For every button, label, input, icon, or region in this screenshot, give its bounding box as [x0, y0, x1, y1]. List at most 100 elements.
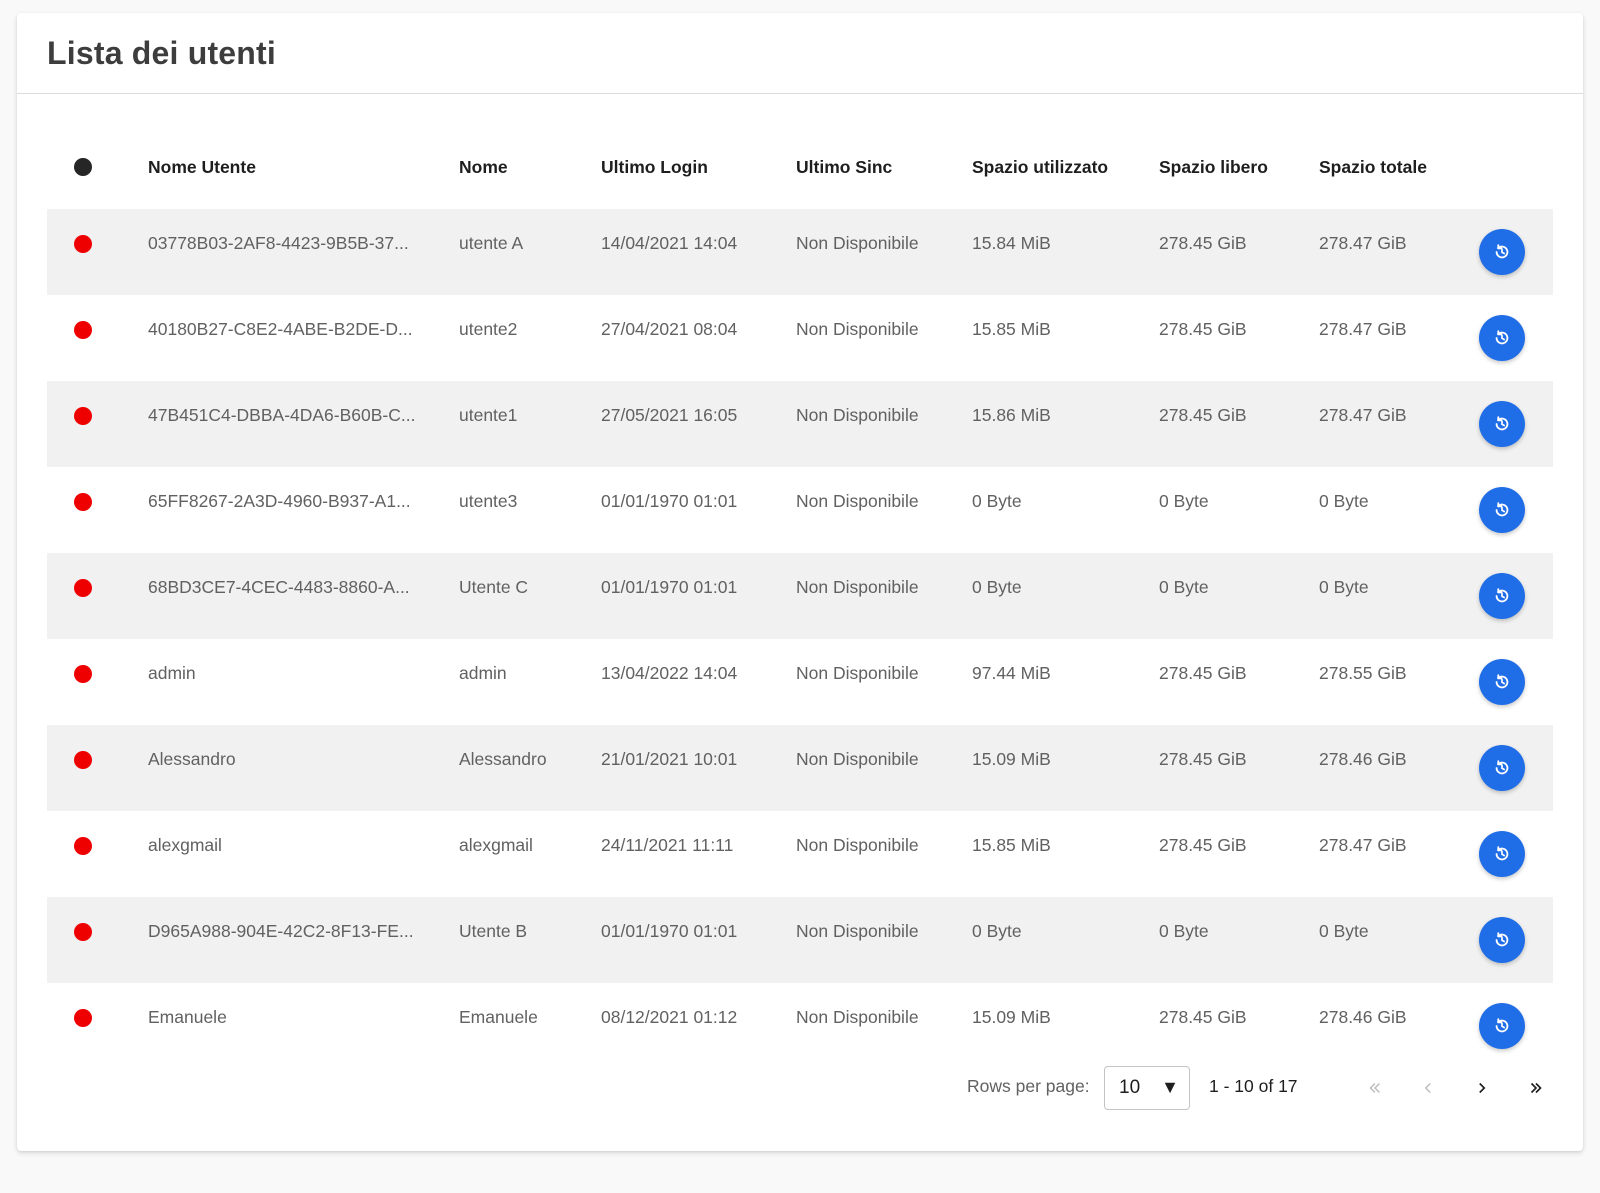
status-indicator: [74, 235, 92, 258]
column-header-spazio-totale[interactable]: Spazio totale: [1319, 157, 1427, 178]
restore-history-button[interactable]: [1479, 831, 1525, 877]
status-dot-offline: [74, 837, 92, 855]
column-header-spazio-utilizzato[interactable]: Spazio utilizzato: [972, 157, 1108, 178]
cell-nome-utente: 47B451C4-DBBA-4DA6-B60B-C...: [148, 405, 416, 425]
restore-history-button[interactable]: [1479, 917, 1525, 963]
cell-nome-utente: 65FF8267-2A3D-4960-B937-A1...: [148, 491, 411, 511]
cell-ultimo-login: 08/12/2021 01:12: [601, 1007, 738, 1027]
table-row: 68BD3CE7-4CEC-4483-8860-A... Utente C 01/0…: [47, 553, 1553, 639]
cell-nome: Alessandro: [459, 749, 547, 769]
table-header-row: Nome Utente Nome Ultimo Login Ultimo Sin…: [47, 127, 1553, 209]
restore-history-button[interactable]: [1479, 745, 1525, 791]
status-dot-offline: [74, 407, 92, 425]
table-body: 03778B03-2AF8-4423-9B5B-37... utente A 14/…: [47, 209, 1553, 1069]
rows-per-page-value: 10: [1119, 1077, 1141, 1098]
cell-spazio-totale: 278.47 GiB: [1319, 233, 1407, 253]
cell-spazio-totale: 278.47 GiB: [1319, 405, 1407, 425]
cell-spazio-libero: 278.45 GiB: [1159, 405, 1247, 425]
cell-spazio-libero: 0 Byte: [1159, 577, 1209, 597]
history-icon: [1495, 932, 1509, 947]
restore-history-button[interactable]: [1479, 401, 1525, 447]
status-indicator: [74, 321, 92, 344]
cell-spazio-libero: 0 Byte: [1159, 921, 1209, 941]
pagination-range: 1 - 10 of 17: [1209, 1076, 1298, 1096]
users-card: Lista dei utenti Nome Utente Nome Ultimo…: [17, 13, 1583, 1151]
cell-spazio-libero: 278.45 GiB: [1159, 749, 1247, 769]
cell-nome-utente: alexgmail: [148, 835, 222, 855]
next-page-icon: [1479, 1082, 1486, 1094]
cell-nome: admin: [459, 663, 507, 683]
cell-ultimo-sinc: Non Disponibile: [796, 835, 919, 855]
cell-ultimo-sinc: Non Disponibile: [796, 1007, 919, 1027]
restore-history-button[interactable]: [1479, 315, 1525, 361]
cell-ultimo-login: 27/04/2021 08:04: [601, 319, 738, 339]
cell-nome-utente: Emanuele: [148, 1007, 227, 1027]
cell-ultimo-login: 21/01/2021 10:01: [601, 749, 738, 769]
cell-spazio-totale: 278.46 GiB: [1319, 1007, 1407, 1027]
first-page-button[interactable]: [1357, 1070, 1393, 1106]
cell-spazio-utilizzato: 15.86 MiB: [972, 405, 1051, 425]
status-dot-offline: [74, 493, 92, 511]
status-dot-offline: [74, 321, 92, 339]
cell-spazio-utilizzato: 0 Byte: [972, 491, 1022, 511]
cell-spazio-libero: 278.45 GiB: [1159, 233, 1247, 253]
column-header-nome[interactable]: Nome: [459, 157, 508, 178]
restore-history-button[interactable]: [1479, 487, 1525, 533]
table-row: Emanuele Emanuele 08/12/2021 01:12 Non Disp…: [47, 983, 1553, 1069]
cell-spazio-libero: 0 Byte: [1159, 491, 1209, 511]
status-indicator: [74, 1009, 92, 1032]
restore-history-button[interactable]: [1479, 659, 1525, 705]
cell-nome-utente: admin: [148, 663, 196, 683]
column-header-ultimo-sinc[interactable]: Ultimo Sinc: [796, 157, 892, 178]
cell-nome: Emanuele: [459, 1007, 538, 1027]
cell-ultimo-login: 27/05/2021 16:05: [601, 405, 738, 425]
previous-page-icon: [1424, 1082, 1431, 1094]
cell-spazio-totale: 0 Byte: [1319, 491, 1369, 511]
column-header-nome-utente[interactable]: Nome Utente: [148, 157, 256, 178]
cell-spazio-libero: 278.45 GiB: [1159, 319, 1247, 339]
rows-per-page-label: Rows per page:: [967, 1076, 1090, 1096]
status-indicator: [74, 837, 92, 860]
history-icon: [1495, 244, 1509, 259]
cell-nome: utente1: [459, 405, 518, 425]
restore-history-button[interactable]: [1479, 1003, 1525, 1049]
previous-page-button[interactable]: [1410, 1070, 1446, 1106]
table-row: 40180B27-C8E2-4ABE-B2DE-D... utente2 27/04…: [47, 295, 1553, 381]
cell-spazio-utilizzato: 0 Byte: [972, 921, 1022, 941]
status-dot-offline: [74, 579, 92, 597]
page-title: Lista dei utenti: [47, 34, 276, 71]
pagination-bar: Rows per page: 10 ▼ 1 - 10 of 17: [0, 1066, 1600, 1110]
table-row: D965A988-904E-42C2-8F13-FE... Utente B 01/…: [47, 897, 1553, 983]
cell-nome-utente: 03778B03-2AF8-4423-9B5B-37...: [148, 233, 409, 253]
cell-spazio-utilizzato: 0 Byte: [972, 577, 1022, 597]
status-indicator: [74, 579, 92, 602]
status-indicator: [74, 923, 92, 946]
cell-spazio-totale: 278.55 GiB: [1319, 663, 1407, 683]
rows-per-page-select[interactable]: 10 ▼: [1104, 1066, 1190, 1110]
status-dot-offline: [74, 751, 92, 769]
status-indicator: [74, 665, 92, 688]
dropdown-arrow-icon: ▼: [1161, 1077, 1179, 1097]
card-header: Lista dei utenti: [17, 13, 1583, 94]
cell-nome: utente A: [459, 233, 524, 253]
cell-nome: Utente C: [459, 577, 529, 597]
next-page-button[interactable]: [1464, 1070, 1500, 1106]
cell-nome: utente3: [459, 491, 518, 511]
cell-nome: Utente B: [459, 921, 528, 941]
cell-spazio-utilizzato: 15.85 MiB: [972, 835, 1051, 855]
restore-history-button[interactable]: [1479, 573, 1525, 619]
first-page-icon: [1369, 1082, 1381, 1094]
cell-spazio-utilizzato: 15.09 MiB: [972, 1007, 1051, 1027]
cell-ultimo-login: 01/01/1970 01:01: [601, 577, 738, 597]
cell-spazio-totale: 0 Byte: [1319, 921, 1369, 941]
cell-spazio-libero: 278.45 GiB: [1159, 663, 1247, 683]
cell-spazio-libero: 278.45 GiB: [1159, 1007, 1247, 1027]
table-row: 65FF8267-2A3D-4960-B937-A1... utente3 01/0…: [47, 467, 1553, 553]
restore-history-button[interactable]: [1479, 229, 1525, 275]
cell-ultimo-login: 01/01/1970 01:01: [601, 921, 738, 941]
cell-ultimo-login: 14/04/2021 14:04: [601, 233, 738, 253]
cell-spazio-totale: 278.47 GiB: [1319, 319, 1407, 339]
column-header-spazio-libero[interactable]: Spazio libero: [1159, 157, 1268, 178]
last-page-button[interactable]: [1518, 1070, 1554, 1106]
column-header-ultimo-login[interactable]: Ultimo Login: [601, 157, 708, 178]
